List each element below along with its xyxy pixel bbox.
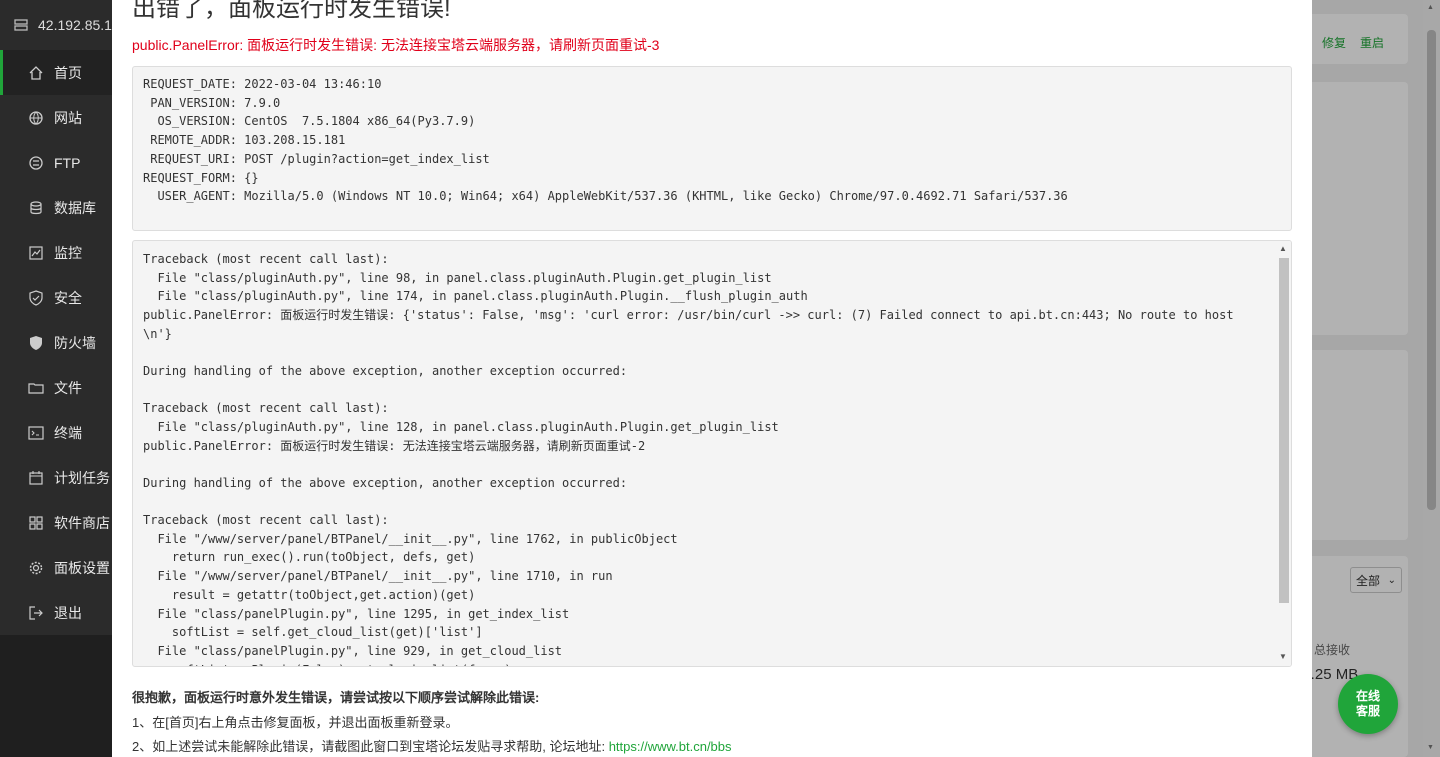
traceback-line: File "class/pluginAuth.py", line 174, in…	[143, 289, 808, 304]
home-icon	[28, 65, 44, 81]
sidebar-item-9[interactable]: 计划任务	[0, 455, 112, 500]
sidebar-footer	[0, 635, 112, 757]
sidebar-item-4[interactable]: 监控	[0, 230, 112, 275]
sidebar-item-label: 面板设置	[54, 559, 110, 576]
sidebar-item-label: 计划任务	[54, 469, 110, 486]
monitor-icon	[28, 245, 44, 261]
traceback-line: Traceback (most recent call last):	[143, 401, 389, 416]
sidebar-item-12[interactable]: 退出	[0, 590, 112, 635]
error-summary: public.PanelError: 面板运行时发生错误: 无法连接宝塔云端服务…	[132, 37, 660, 53]
traceback-line	[143, 455, 1273, 474]
sidebar-item-label: FTP	[54, 154, 81, 171]
forum-link[interactable]: https://www.bt.cn/bbs	[609, 739, 732, 754]
request-info-line: REQUEST_FORM: {}	[143, 170, 259, 185]
sidebar-item-5[interactable]: 安全	[0, 275, 112, 320]
sidebar: 42.192.85.1 首页网站 FTP 数据库监控安全防火墙文件终端计划任务软件商…	[0, 0, 112, 757]
traceback-line: During handling of the above exception, …	[143, 475, 628, 490]
dialog-title: 出错了，面板运行时发生错误!	[132, 0, 451, 22]
traceback-line: public.PanelError: 面板运行时发生错误: 无法连接宝塔云端服务…	[143, 438, 646, 453]
scroll-down-icon[interactable]: ▼	[1279, 652, 1287, 661]
scroll-up-icon[interactable]: ▲	[1279, 244, 1287, 253]
sidebar-item-2[interactable]: FTP	[0, 140, 112, 185]
traceback-line: public.PanelError: 面板运行时发生错误: {'status':…	[143, 308, 1234, 323]
server-ip: 42.192.85.1	[38, 17, 112, 33]
traceback-line: softList = self.get_cloud_list(get)['lis…	[143, 625, 483, 640]
sidebar-item-label: 数据库	[54, 199, 96, 216]
traceback-scroll-thumb[interactable]	[1279, 258, 1289, 603]
traceback-line: File "/www/server/panel/BTPanel/__init__…	[143, 569, 613, 584]
sidebar-item-label: 首页	[54, 64, 82, 81]
help-title: 很抱歉，面板运行时意外发生错误，请尝试按以下顺序尝试解除此错误:	[132, 690, 540, 705]
traceback-line: File "class/pluginAuth.py", line 128, in…	[143, 419, 779, 434]
sidebar-item-8[interactable]: 终端	[0, 410, 112, 455]
traceback-line: Traceback (most recent call last):	[143, 252, 389, 266]
sidebar-item-label: 终端	[54, 424, 82, 441]
request-info-line: USER_AGENT: Mozilla/5.0 (Windows NT 10.0…	[143, 189, 1068, 204]
gear-icon	[28, 560, 44, 576]
request-info-box: REQUEST_DATE: 2022-03-04 13:46:10 PAN_VE…	[132, 66, 1292, 231]
traceback-line: During handling of the above exception, …	[143, 364, 628, 379]
sidebar-item-label: 软件商店	[54, 514, 110, 531]
traceback-line: softList = Plugin(False).get_plugin_list…	[143, 661, 1273, 666]
traceback-line: Traceback (most recent call last):	[143, 513, 389, 528]
database-icon	[28, 200, 44, 216]
support-label-line2: 客服	[1355, 704, 1380, 718]
sidebar-item-7[interactable]: 文件	[0, 365, 112, 410]
request-info-line: REMOTE_ADDR: 103.208.15.181	[143, 133, 346, 148]
traceback-box[interactable]: Traceback (most recent call last): File …	[132, 240, 1292, 667]
traceback-line: \n'}	[143, 326, 172, 341]
traceback-line: File "class/panelPlugin.py", line 1295, …	[143, 606, 570, 621]
request-info-line: PAN_VERSION: 7.9.0	[143, 95, 281, 110]
sidebar-item-6[interactable]: 防火墙	[0, 320, 112, 365]
server-icon	[14, 18, 28, 32]
request-info-line: OS_VERSION: CentOS 7.5.1804 x86_64(Py3.7…	[143, 114, 476, 129]
support-label-line1: 在线	[1355, 689, 1380, 703]
sidebar-item-label: 文件	[54, 379, 82, 396]
traceback-line: File "class/pluginAuth.py", line 98, in …	[143, 270, 772, 285]
sidebar-item-label: 退出	[54, 604, 82, 621]
folder-icon	[28, 380, 44, 396]
help-step-1: 1、在[首页]右上角点击修复面板，并退出面板重新登录。	[132, 715, 459, 730]
sidebar-item-11[interactable]: 面板设置	[0, 545, 112, 590]
traceback-scrollbar[interactable]: ▲ ▼	[1276, 241, 1291, 666]
request-info: REQUEST_DATE: 2022-03-04 13:46:10 PAN_VE…	[143, 75, 1281, 206]
sidebar-item-label: 防火墙	[54, 334, 96, 351]
globe-icon	[28, 110, 44, 126]
traceback-line: File "class/panelPlugin.py", line 929, i…	[143, 643, 563, 658]
terminal-icon	[28, 425, 44, 441]
shield-icon	[28, 289, 44, 306]
traceback-line: result = getattr(toObject,get.action)(ge…	[143, 587, 476, 602]
sidebar-item-label: 监控	[54, 244, 82, 261]
sidebar-item-label: 网站	[54, 109, 82, 126]
traceback-line	[143, 344, 1273, 363]
apps-icon	[28, 515, 44, 531]
help-step-2-text: 2、如上述尝试未能解除此错误，请截图此窗口到宝塔论坛发贴寻求帮助, 论坛地址:	[132, 739, 609, 754]
traceback-line: File "/www/server/panel/BTPanel/__init__…	[143, 531, 678, 546]
sidebar-item-1[interactable]: 网站	[0, 95, 112, 140]
traceback-line	[143, 493, 1273, 512]
request-info-line: REQUEST_URI: POST /plugin?action=get_ind…	[143, 151, 490, 166]
calendar-icon	[28, 470, 44, 486]
online-support-button[interactable]: 在线 客服	[1338, 674, 1398, 734]
sidebar-item-3[interactable]: 数据库	[0, 185, 112, 230]
sidebar-item-label: 安全	[54, 289, 82, 306]
request-info-line: REQUEST_DATE: 2022-03-04 13:46:10	[143, 77, 382, 91]
logout-icon	[28, 605, 44, 621]
firewall-icon	[28, 335, 44, 351]
sidebar-item-10[interactable]: 软件商店	[0, 500, 112, 545]
help-step-2: 2、如上述尝试未能解除此错误，请截图此窗口到宝塔论坛发贴寻求帮助, 论坛地址: …	[132, 736, 732, 755]
ftp-icon	[28, 155, 44, 171]
server-header: 42.192.85.1	[0, 0, 112, 50]
sidebar-item-0[interactable]: 首页	[0, 50, 112, 95]
traceback-text: Traceback (most recent call last): File …	[143, 250, 1273, 666]
traceback-line	[143, 381, 1273, 400]
traceback-line: return run_exec().run(toObject, defs, ge…	[143, 550, 476, 565]
error-dialog: 出错了，面板运行时发生错误! public.PanelError: 面板运行时发…	[112, 0, 1312, 757]
